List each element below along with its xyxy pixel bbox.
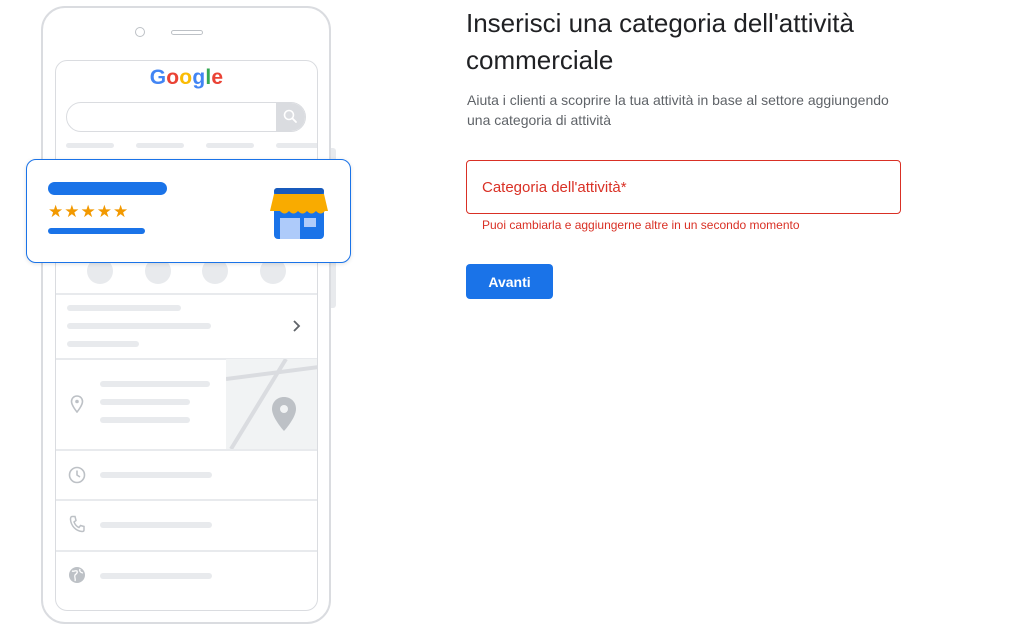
page-description: Aiuta i clienti a scoprire la tua attivi… (467, 92, 889, 128)
business-card: ★★★★★ (26, 159, 351, 263)
text-placeholder (100, 381, 210, 387)
divider (56, 499, 317, 501)
search-bar-placeholder (66, 102, 306, 132)
business-detail-placeholder (48, 228, 145, 234)
divider (56, 449, 317, 451)
text-placeholder (100, 573, 212, 579)
business-profile-illustration: Google ★★★★★ (0, 0, 360, 629)
next-button[interactable]: Avanti (466, 264, 553, 299)
divider (56, 293, 317, 295)
nav-tab-placeholder (66, 143, 114, 148)
globe-icon (69, 567, 85, 583)
text-placeholder (100, 399, 190, 405)
logo-letter: e (211, 66, 224, 89)
text-placeholder (67, 305, 181, 311)
chevron-right-icon (293, 320, 301, 332)
logo-letter: g (192, 66, 206, 89)
nav-tab-placeholder (206, 143, 254, 148)
phone-screen: Google (55, 60, 318, 611)
search-icon (283, 109, 297, 123)
text-placeholder (67, 323, 211, 329)
nav-tab-placeholder (136, 143, 184, 148)
map-thumbnail (226, 359, 317, 449)
business-name-placeholder (48, 182, 167, 195)
clock-icon (68, 466, 86, 484)
speaker-grille (171, 30, 203, 35)
logo-letter: o (179, 66, 193, 89)
text-placeholder (100, 522, 212, 528)
search-button (276, 103, 305, 131)
logo-letter: G (149, 66, 167, 89)
business-category-input[interactable] (467, 161, 900, 213)
field-helper-text: Puoi cambiarla e aggiungerne altre in un… (482, 218, 800, 232)
nav-tab-placeholder (276, 143, 317, 148)
map-roads (226, 359, 317, 449)
text-placeholder (67, 341, 139, 347)
business-category-field[interactable]: Categoria dell'attività* (466, 160, 901, 214)
phone-icon (69, 515, 85, 533)
text-placeholder (100, 472, 212, 478)
camera-icon (135, 27, 145, 37)
divider (56, 550, 317, 552)
page-title: Inserisci una categoria dell'attività co… (466, 8, 854, 75)
location-pin-icon (70, 395, 84, 413)
rating-stars: ★★★★★ (48, 202, 130, 221)
google-logo: Google (56, 66, 317, 90)
store-icon (270, 188, 328, 239)
logo-letter: o (166, 66, 180, 89)
text-placeholder (100, 417, 190, 423)
